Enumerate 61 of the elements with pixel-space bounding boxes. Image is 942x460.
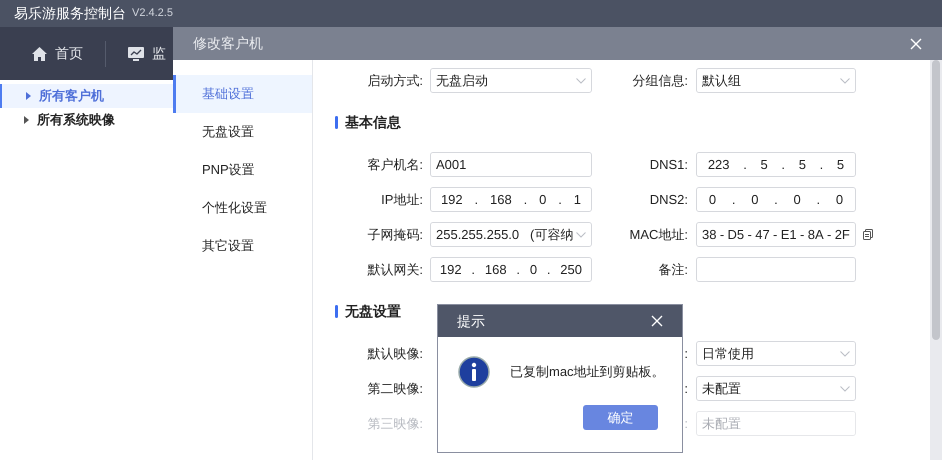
app-title: 易乐游服务控制台 xyxy=(14,4,126,23)
field-label: DNS1: xyxy=(650,156,688,174)
caret-icon xyxy=(26,92,31,100)
field-label: : xyxy=(684,344,688,363)
field-label: 默认网关: xyxy=(366,260,424,279)
chevron-down-icon xyxy=(840,350,850,356)
field-label: 默认映像: xyxy=(366,344,424,363)
tree-item[interactable]: 所有系统映像 xyxy=(0,108,173,132)
scrollbar-thumb[interactable] xyxy=(932,60,940,340)
ip-address-field[interactable]: 192 . 168 . 0 . 250 xyxy=(430,257,592,282)
field-label: 客户机名: xyxy=(366,156,424,174)
menu-item[interactable]: 其它设置 xyxy=(173,227,312,265)
menu-item[interactable]: PNP设置 xyxy=(173,151,312,189)
copy-icon[interactable] xyxy=(863,229,873,240)
close-icon[interactable] xyxy=(651,315,663,327)
field-label: 启动方式: xyxy=(366,72,424,90)
chart-monitor-icon xyxy=(128,46,144,60)
input-field[interactable]: A001 xyxy=(430,152,592,177)
field-label: 第三映像: xyxy=(366,414,424,433)
ip-address-field[interactable]: 223 . 5 . 5 . 5 xyxy=(696,152,856,177)
field-label: 第二映像: xyxy=(366,380,424,398)
section-title: 无盘设置 xyxy=(345,302,401,321)
ip-address-field[interactable]: 192 . 168 . 0 . 1 xyxy=(430,187,592,212)
home-icon xyxy=(32,46,47,60)
field-label: : xyxy=(684,414,688,433)
field-label: 备注: xyxy=(658,260,688,279)
chevron-down-icon xyxy=(576,232,586,238)
select-field[interactable]: 未配置 xyxy=(696,376,856,401)
dialog-title: 提示 xyxy=(457,312,485,330)
field-label: IP地址: xyxy=(380,190,424,209)
section-title: 基本信息 xyxy=(345,113,401,132)
select-field[interactable]: 默认组 xyxy=(696,68,856,93)
menu-item[interactable]: 基础设置 xyxy=(173,75,312,113)
chevron-down-icon xyxy=(840,386,850,392)
section-marker xyxy=(335,305,338,318)
select-field[interactable]: 日常使用 xyxy=(696,341,856,366)
field-label: 子网掩码: xyxy=(366,226,424,244)
section-marker xyxy=(335,116,338,129)
field-label: 分组信息: xyxy=(632,72,688,90)
tree-item[interactable]: 所有客户机 xyxy=(0,84,173,108)
select-field[interactable]: 无盘启动 xyxy=(430,68,592,93)
nav-item[interactable]: 首页 xyxy=(32,43,83,64)
menu-item[interactable]: 无盘设置 xyxy=(173,113,312,151)
ip-address-field[interactable]: 0 . 0 . 0 . 0 xyxy=(696,187,856,212)
dialog-message: 已复制mac地址到剪贴板。 xyxy=(510,363,665,382)
version-label: V2.4.2.5 xyxy=(132,6,173,22)
caret-icon xyxy=(24,116,29,124)
chevron-down-icon xyxy=(576,78,586,84)
input-field[interactable] xyxy=(696,257,856,282)
field-label: : xyxy=(684,380,688,398)
info-icon xyxy=(458,356,490,388)
select-field[interactable]: 255.255.255.0 (可容纳 xyxy=(430,222,592,247)
chevron-down-icon xyxy=(840,78,850,84)
close-icon[interactable] xyxy=(910,38,922,50)
menu-item[interactable]: 个性化设置 xyxy=(173,189,312,227)
field-label: MAC地址: xyxy=(630,226,688,244)
mac-address-field[interactable]: 38 - D5 - 47 - E1 - 8A - 2F xyxy=(696,222,856,247)
nav-item[interactable]: 监 xyxy=(128,43,166,64)
field-label: DNS2: xyxy=(650,190,688,209)
scrollbar[interactable] xyxy=(930,60,942,460)
modal-title: 修改客户机 xyxy=(193,34,263,53)
